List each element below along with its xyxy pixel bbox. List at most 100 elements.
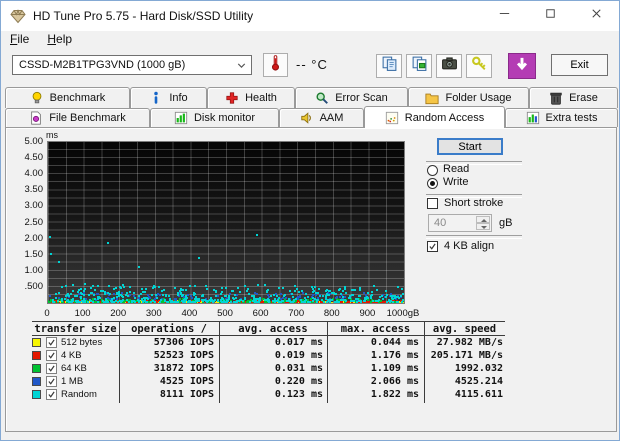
data-point: [288, 299, 291, 302]
data-point: [316, 300, 319, 303]
data-point: [238, 299, 241, 302]
data-point: [200, 298, 203, 301]
data-point: [193, 300, 196, 303]
tab-info[interactable]: Info: [130, 87, 207, 108]
short-stroke-checkbox[interactable]: [427, 198, 438, 209]
data-point: [176, 292, 179, 295]
data-point: [299, 294, 302, 297]
data-point: [168, 297, 171, 300]
data-point: [193, 292, 196, 295]
data-point: [335, 300, 338, 303]
data-point: [115, 287, 118, 290]
menu-item-help[interactable]: Help: [38, 31, 81, 46]
start-button[interactable]: Start: [437, 138, 503, 155]
tab-random-access[interactable]: Random Access: [364, 106, 505, 128]
series-checkbox[interactable]: [46, 389, 57, 400]
data-point: [325, 289, 328, 292]
trash-icon: [549, 91, 563, 105]
tab-disk-monitor[interactable]: Disk monitor: [150, 108, 279, 127]
data-point: [92, 300, 95, 303]
transfer-size-label: 1 MB: [61, 376, 84, 387]
data-point: [247, 287, 250, 290]
data-point: [112, 288, 115, 291]
window-title: HD Tune Pro 5.75 - Hard Disk/SSD Utility: [33, 9, 254, 23]
series-checkbox[interactable]: [46, 363, 57, 374]
avg-speed-value: 4525.214: [454, 376, 503, 387]
data-point: [347, 301, 350, 303]
data-point: [89, 298, 92, 301]
screenshot-button[interactable]: [436, 54, 462, 78]
exit-button[interactable]: Exit: [551, 54, 608, 76]
app-window: HD Tune Pro 5.75 - Hard Disk/SSD Utility…: [0, 0, 620, 441]
minimize-button[interactable]: [481, 1, 527, 31]
align-checkbox[interactable]: [427, 241, 438, 252]
tab-extra-tests[interactable]: Extra tests: [505, 108, 618, 127]
temperature-button[interactable]: [263, 53, 288, 77]
data-point: [265, 291, 268, 294]
download-button[interactable]: [508, 53, 536, 79]
data-point: [318, 294, 321, 297]
tab-aam[interactable]: AAM: [279, 108, 364, 127]
data-point: [272, 299, 275, 302]
data-point: [204, 285, 207, 288]
close-icon: [589, 6, 604, 26]
tab-erase[interactable]: Erase: [529, 87, 618, 108]
max-access-value: 0.044 ms: [370, 337, 419, 348]
drive-select[interactable]: CSSD-M2B1TPG3VND (1000 gB): [12, 55, 252, 75]
folder-icon: [425, 91, 440, 105]
data-point: [335, 296, 338, 299]
data-point: [214, 295, 217, 298]
data-point: [232, 297, 235, 300]
data-point: [106, 291, 109, 294]
spinner-down-button[interactable]: [476, 223, 490, 230]
y-axis-unit-label: ms: [46, 130, 58, 140]
data-point: [385, 296, 388, 299]
thermometer-icon: [267, 54, 284, 76]
data-point: [305, 299, 308, 302]
copy-file-button[interactable]: [406, 54, 432, 78]
options-button[interactable]: [466, 54, 492, 78]
close-button[interactable]: [573, 1, 619, 31]
data-point: [338, 288, 341, 291]
temperature-readout: -- °C: [296, 57, 328, 72]
table-row-4-kb: 4 KB 52523 IOPS 0.019 ms 1.176 ms 205.171 MB…: [32, 350, 505, 363]
data-point: [73, 294, 76, 297]
read-radio[interactable]: [427, 165, 438, 176]
series-checkbox[interactable]: [46, 337, 57, 348]
data-point: [234, 300, 237, 303]
data-point: [367, 291, 370, 294]
spinner-up-button[interactable]: [476, 216, 490, 223]
data-point: [205, 288, 208, 291]
maximize-button[interactable]: [527, 1, 573, 31]
tab-label: Health: [245, 92, 277, 104]
tab-folder-usage[interactable]: Folder Usage: [408, 87, 529, 108]
max-access-value: 1.109 ms: [370, 363, 419, 374]
data-point: [67, 294, 70, 297]
series-checkbox[interactable]: [46, 350, 57, 361]
health-icon: [225, 91, 239, 105]
data-point: [292, 300, 295, 302]
tab-error-scan[interactable]: Error Scan: [295, 87, 408, 108]
table-row-random: Random 8111 IOPS 0.123 ms 1.822 ms 4115.611: [32, 389, 505, 402]
data-point: [67, 300, 70, 303]
transfer-size-label: Random: [61, 389, 97, 400]
menu-item-file[interactable]: File: [1, 31, 38, 46]
transfer-size-label: 64 KB: [61, 363, 87, 374]
tab-health[interactable]: Health: [207, 87, 295, 108]
series-checkbox[interactable]: [46, 376, 57, 387]
tab-file-benchmark[interactable]: File Benchmark: [5, 108, 150, 127]
y-tick-label: 1.00: [24, 264, 44, 276]
data-point: [106, 241, 109, 244]
stroke-size-spinner[interactable]: 40: [428, 214, 492, 232]
copy-clipboard-button[interactable]: [376, 54, 402, 78]
tab-benchmark[interactable]: Benchmark: [5, 87, 130, 108]
data-point: [394, 295, 397, 298]
data-point: [231, 290, 234, 293]
write-radio-label: Write: [443, 176, 469, 188]
magnifier-icon: [315, 91, 329, 105]
data-point: [373, 285, 376, 288]
data-point: [270, 294, 273, 297]
write-radio[interactable]: [427, 178, 438, 189]
data-point: [76, 290, 79, 293]
data-point: [60, 297, 63, 300]
